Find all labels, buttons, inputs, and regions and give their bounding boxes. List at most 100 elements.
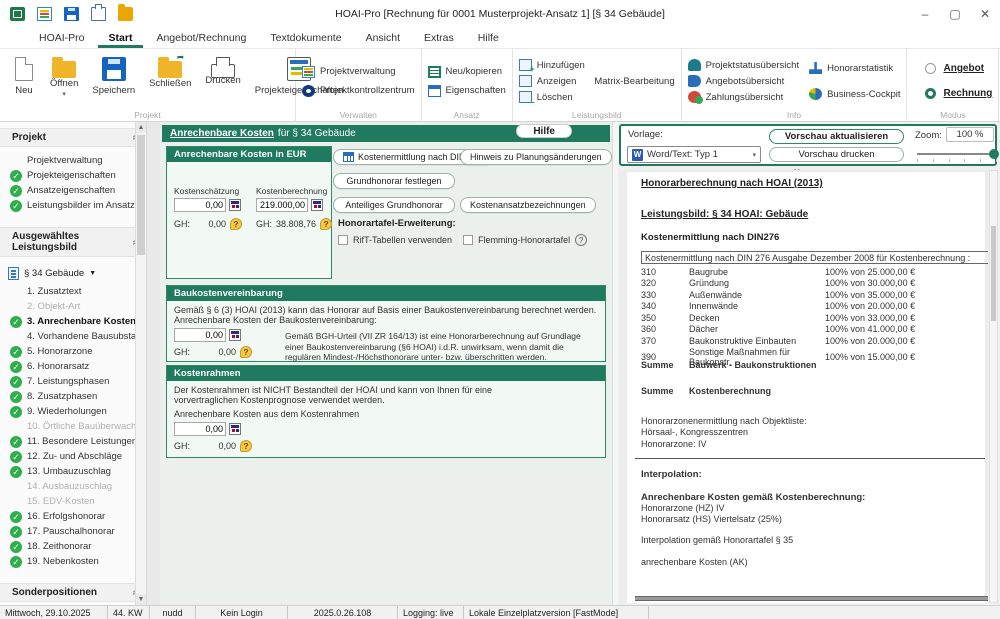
sidebar-item-leistungsphasen[interactable]: ✓7. Leistungsphasen (0, 374, 146, 389)
preview-scrollbar[interactable] (989, 170, 998, 603)
zoom-slider[interactable] (917, 153, 997, 155)
help-button[interactable]: Hilfe (516, 124, 572, 138)
sidebar-item-leistungsbilder[interactable]: ✓Leistungsbilder im Ansatz (0, 198, 146, 213)
hinzufuegen-button[interactable]: Hinzufügen (519, 59, 675, 71)
oeffnen-button[interactable]: Öffnen▾ (44, 53, 84, 101)
modus-angebot-radio[interactable]: Angebot (925, 63, 992, 74)
schliessen-button[interactable]: Schließen (143, 53, 197, 93)
sidebar-item-nebenkosten[interactable]: ✓19. Nebenkosten (0, 554, 146, 569)
check-icon: ✓ (10, 346, 22, 358)
main-panel: Anrechenbare Kosten für § 34 Gebäude Hil… (160, 122, 612, 605)
sidebar-item-erfolgshonorar[interactable]: ✓16. Erfolgshonorar (0, 509, 146, 524)
flemming-checkbox[interactable] (463, 235, 473, 245)
sidebar-section-sonderpositionen[interactable]: Sonderpositionen« (0, 583, 146, 602)
status-overview-icon (688, 59, 701, 71)
eigenschaften-button[interactable]: Eigenschaften (428, 85, 506, 97)
sidebar-item-ausbauzuschlag[interactable]: 14. Ausbauzuschlag (0, 479, 146, 494)
rift-checkbox[interactable] (338, 235, 348, 245)
table-row: 360Dächer100% von 41.000,00 € (641, 324, 985, 336)
scroll-down-icon[interactable]: ▼ (136, 594, 146, 605)
calculator-icon[interactable] (311, 199, 323, 211)
zoom-slider-knob[interactable] (989, 149, 999, 159)
chevron-down-icon: ▾ (752, 151, 756, 159)
kostenrahmen-input[interactable] (174, 422, 226, 436)
vorschau-aktualisieren-button[interactable]: Vorschau aktualisieren (769, 129, 904, 144)
tab-hoai-pro[interactable]: HOAI-Pro (28, 30, 96, 48)
content-area: Projekt« Projektverwaltung ✓Projekteigen… (0, 122, 1000, 605)
tab-hilfe[interactable]: Hilfe (467, 30, 510, 48)
projektverwaltung-button[interactable]: Projektverwaltung (302, 66, 415, 78)
grundhonorar-festlegen-button[interactable]: Grundhonorar festlegen (333, 173, 455, 189)
angebotsuebersicht-button[interactable]: Angebotsübersicht (688, 75, 799, 87)
calculator-icon[interactable] (229, 199, 241, 211)
sidebar-item-zusatztext[interactable]: 1. Zusatztext (0, 284, 146, 299)
minimize-button[interactable]: – (910, 0, 940, 28)
tab-start[interactable]: Start (98, 30, 144, 48)
loeschen-button[interactable]: Löschen (519, 91, 675, 103)
hinweis-planungsaenderungen-button[interactable]: Hinweis zu Planungsänderungen (460, 149, 612, 165)
help-bubble-icon[interactable]: ? (240, 346, 252, 358)
kostenschaetzung-input[interactable] (174, 198, 226, 212)
sidebar-item-ansatzeigenschaften[interactable]: ✓Ansatzeigenschaften (0, 183, 146, 198)
doc-ak-heading: Anrechenbare Kosten gemäß Kostenberechnu… (641, 492, 985, 503)
tab-ansicht[interactable]: Ansicht (355, 30, 411, 48)
tab-extras[interactable]: Extras (413, 30, 465, 48)
help-bubble-icon[interactable]: ? (320, 218, 332, 230)
vorschau-drucken-button[interactable]: Vorschau drucken (769, 147, 904, 162)
sidebar-item-honorarsatz[interactable]: ✓6. Honorarsatz (0, 359, 146, 374)
help-bubble-icon[interactable]: ? (230, 218, 242, 230)
scrollbar-thumb[interactable] (991, 226, 996, 321)
projektstatusuebersicht-button[interactable]: Projektstatusübersicht (688, 59, 799, 71)
sidebar-item-zu-abschlaege[interactable]: ✓12. Zu- und Abschläge (0, 449, 146, 464)
scrollbar-thumb[interactable] (137, 135, 145, 255)
sidebar-item-wiederholungen[interactable]: ✓9. Wiederholungen (0, 404, 146, 419)
help-circle-icon[interactable]: ? (575, 234, 587, 246)
matrix-bearbeitung-button[interactable]: Matrix-Bearbeitung (594, 76, 674, 87)
sidebar-scrollbar[interactable]: ▲ ▼ (135, 122, 146, 605)
sidebar-item-bausubstanz[interactable]: 4. Vorhandene Bausubstanz (0, 329, 146, 344)
sidebar-item-bauueberwachung[interactable]: 10. Örtliche Bauüberwachung (0, 419, 146, 434)
speichern-button[interactable]: Speichern (86, 53, 141, 100)
sidebar-section-projekt[interactable]: Projekt« (0, 128, 146, 147)
business-cockpit-button[interactable]: Business-Cockpit (809, 88, 900, 100)
sidebar-item-zeithonorar[interactable]: ✓18. Zeithonorar (0, 539, 146, 554)
zahlungsuebersicht-button[interactable]: Zahlungsübersicht (688, 91, 799, 103)
sidebar-section-leistungsbild[interactable]: Ausgewähltes Leistungsbild« (0, 227, 146, 257)
vorlage-dropdown[interactable]: W Word/Text: Typ 1 ▾ (627, 146, 761, 163)
honorarstatistik-button[interactable]: Honorarstatistik (809, 62, 900, 74)
control-center-icon (302, 85, 315, 97)
sidebar-item-objekt-art[interactable]: 2. Objekt-Art (0, 299, 146, 314)
save-icon (102, 57, 126, 81)
sidebar-item-projektverwaltung[interactable]: Projektverwaltung (0, 153, 146, 168)
group-label-info: Info (682, 110, 907, 120)
sidebar-item-honorarzone[interactable]: ✓5. Honorarzone (0, 344, 146, 359)
anteiliges-grundhonorar-button[interactable]: Anteiliges Grundhonorar (333, 197, 455, 213)
sidebar-item-edv-kosten[interactable]: 15. EDV-Kosten (0, 494, 146, 509)
close-button[interactable]: ✕ (970, 0, 1000, 28)
sidebar-item-anrechenbare-kosten[interactable]: ✓3. Anrechenbare Kosten (0, 314, 146, 329)
neu-button[interactable]: Neu (6, 53, 42, 100)
calculator-icon[interactable] (229, 329, 241, 341)
projektkontrollzentrum-button[interactable]: Projektkontrollzentrum (302, 85, 415, 97)
maximize-button[interactable]: ▢ (940, 0, 970, 28)
scroll-up-icon[interactable]: ▲ (136, 122, 146, 133)
help-bubble-icon[interactable]: ? (240, 440, 252, 452)
bkv-input[interactable] (174, 328, 226, 342)
sidebar-item-pauschalhonorar[interactable]: ✓17. Pauschalhonorar (0, 524, 146, 539)
tab-textdokumente[interactable]: Textdokumente (259, 30, 352, 48)
sidebar-root-leistungsbild[interactable]: § 34 Gebäude▼ (0, 265, 146, 284)
ribbon-group-leistungsbild: Hinzufügen Anzeigen Matrix-Bearbeitung L… (513, 49, 682, 121)
neu-kopieren-button[interactable]: Neu/kopieren (428, 66, 506, 78)
kostenansatzbezeichnungen-button[interactable]: Kostenansatzbezeichnungen (460, 197, 596, 213)
modus-rechnung-radio[interactable]: Rechnung (925, 88, 992, 99)
sidebar-item-umbauzuschlag[interactable]: ✓13. Umbauzuschlag (0, 464, 146, 479)
calculator-icon[interactable] (229, 423, 241, 435)
sidebar-item-zusatzphasen[interactable]: ✓8. Zusatzphasen (0, 389, 146, 404)
check-icon: ✓ (10, 526, 22, 538)
kostenberechnung-input[interactable] (256, 198, 308, 212)
drucken-button[interactable]: Drucken (199, 53, 246, 90)
tab-angebot-rechnung[interactable]: Angebot/Rechnung (145, 30, 257, 48)
sidebar-item-projekteigenschaften[interactable]: ✓Projekteigenschaften (0, 168, 146, 183)
sidebar-item-besondere-leistungen[interactable]: ✓11. Besondere Leistungen (0, 434, 146, 449)
anzeigen-button[interactable]: Anzeigen (519, 75, 577, 87)
